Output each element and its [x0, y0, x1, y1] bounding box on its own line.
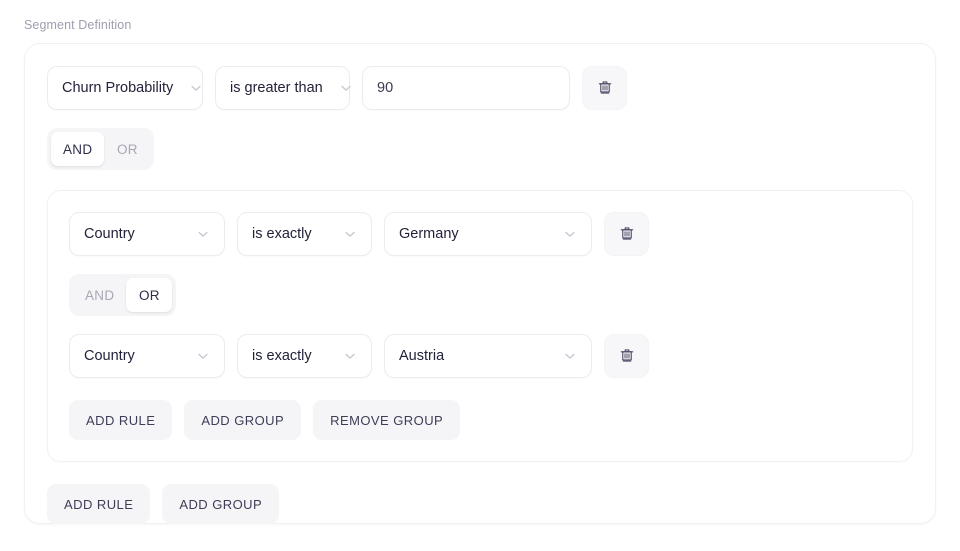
- add-group-button[interactable]: ADD GROUP: [162, 484, 280, 524]
- value-select-label: Germany: [399, 226, 459, 242]
- remove-group-button[interactable]: REMOVE GROUP: [313, 400, 461, 440]
- operator-select[interactable]: is exactly: [237, 334, 372, 378]
- chevron-down-icon: [563, 349, 577, 363]
- conjunction-toggle[interactable]: AND OR: [47, 128, 155, 170]
- field-select-country[interactable]: Country: [69, 334, 225, 378]
- field-select-label: Country: [84, 348, 135, 364]
- value-select[interactable]: Germany: [384, 212, 592, 256]
- rule-row: Churn Probability is greater than 90: [47, 66, 913, 110]
- chevron-down-icon: [563, 227, 577, 241]
- root-group-actions: ADD RULE ADD GROUP: [47, 484, 913, 524]
- operator-select-label: is exactly: [252, 226, 312, 242]
- value-input[interactable]: 90: [362, 66, 570, 110]
- field-select-label: Churn Probability: [62, 80, 174, 96]
- field-select-country[interactable]: Country: [69, 212, 225, 256]
- conjunction-option-and[interactable]: AND: [73, 278, 126, 312]
- nested-rule-group: Country is exactly Germany AND OR Countr…: [47, 190, 913, 462]
- segment-builder-page: Segment Definition Churn Probability is …: [0, 0, 960, 551]
- chevron-down-icon: [196, 349, 210, 363]
- delete-rule-button[interactable]: [582, 66, 627, 110]
- operator-select-label: is exactly: [252, 348, 312, 364]
- trash-icon: [618, 225, 636, 243]
- chevron-down-icon: [343, 227, 357, 241]
- chevron-down-icon: [196, 227, 210, 241]
- field-select-label: Country: [84, 226, 135, 242]
- conjunction-toggle-wrapper: AND OR: [47, 128, 913, 170]
- conjunction-option-or[interactable]: OR: [126, 278, 173, 312]
- conjunction-option-and[interactable]: AND: [51, 132, 105, 166]
- operator-select[interactable]: is exactly: [237, 212, 372, 256]
- conjunction-toggle-wrapper: AND OR: [69, 274, 891, 316]
- operator-select[interactable]: is greater than: [215, 66, 353, 110]
- operator-select-label: is greater than: [230, 80, 323, 96]
- trash-icon: [618, 347, 636, 365]
- page-title: Segment Definition: [24, 18, 132, 32]
- nested-group-actions: ADD RULE ADD GROUP REMOVE GROUP: [69, 400, 891, 440]
- table-row: Country is exactly: [69, 212, 891, 256]
- segment-definition-card: Churn Probability is greater than 90 AND…: [24, 43, 936, 524]
- chevron-down-icon: [343, 349, 357, 363]
- value-select[interactable]: Austria: [384, 334, 592, 378]
- field-select-churn-probability[interactable]: Churn Probability: [47, 66, 203, 110]
- chevron-down-icon: [339, 81, 353, 95]
- trash-icon: [596, 79, 614, 97]
- add-rule-button[interactable]: ADD RULE: [69, 400, 173, 440]
- value-select-label: Austria: [399, 348, 445, 364]
- add-rule-button[interactable]: ADD RULE: [47, 484, 151, 524]
- delete-rule-button[interactable]: [604, 212, 649, 256]
- chevron-down-icon: [189, 81, 203, 95]
- conjunction-option-or[interactable]: OR: [104, 132, 150, 166]
- table-row: Country is exactly: [69, 334, 891, 378]
- add-group-button[interactable]: ADD GROUP: [184, 400, 302, 440]
- nested-conjunction-toggle[interactable]: AND OR: [69, 274, 177, 316]
- delete-rule-button[interactable]: [604, 334, 649, 378]
